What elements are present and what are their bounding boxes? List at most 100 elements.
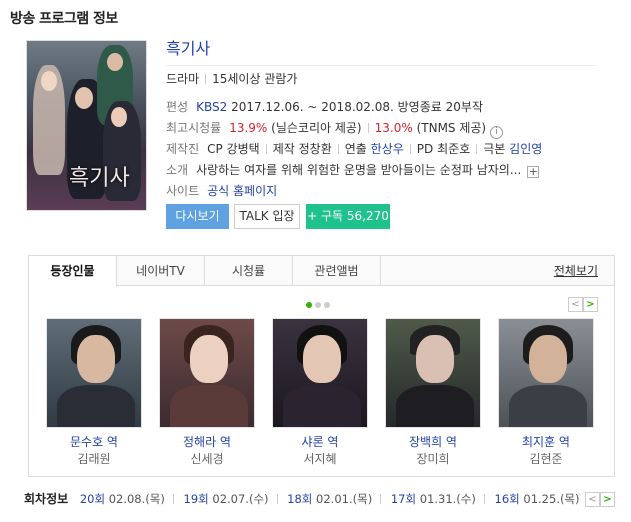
cp-name[interactable]: 강병택 xyxy=(227,142,260,156)
cast-actor-name[interactable]: 김래원 xyxy=(46,450,142,468)
nielsen-source: (닐슨코리아 제공) xyxy=(271,121,362,135)
episode-link[interactable]: 18회 xyxy=(287,492,312,506)
site-label: 사이트 xyxy=(166,184,200,198)
director-link[interactable]: 한상우 xyxy=(371,142,404,156)
replay-button[interactable]: 다시보기 xyxy=(166,204,229,229)
viewership-row: 최고시청률 13.9% (닐슨코리아 제공) 13.0% (TNMS 제공) i xyxy=(166,119,504,139)
cast-role-link[interactable]: 최지훈 역 xyxy=(498,434,594,450)
nielsen-rating: 13.9% xyxy=(229,121,268,135)
pd-label: PD xyxy=(416,142,434,156)
divider xyxy=(380,494,382,504)
subscribe-button[interactable]: + 구독 56,270 xyxy=(306,204,390,229)
episode-count: 20부작 xyxy=(445,100,483,114)
program-info: 흑기사 드라마 15세이상 관람가 편성 KBS2 2017.12.06. ~ 20… xyxy=(166,38,606,229)
cast-role-link[interactable]: 정해라 역 xyxy=(159,434,255,450)
viewership-label: 최고시청률 xyxy=(166,121,222,135)
program-poster[interactable]: 흑기사 xyxy=(26,40,147,211)
tab-cast[interactable]: 등장인물 xyxy=(29,256,117,287)
carousel-dot[interactable] xyxy=(324,302,330,308)
prev-arrow-icon[interactable]: < xyxy=(585,492,600,507)
divider xyxy=(265,144,267,154)
genre-row: 드라마 15세이상 관람가 xyxy=(166,70,297,88)
info-icon[interactable]: i xyxy=(490,126,504,139)
cast-photo[interactable] xyxy=(159,318,255,428)
broadcast-period: 2017.12.06. ~ 2018.02.08. xyxy=(231,100,394,114)
episode-link[interactable]: 16회 xyxy=(495,492,520,506)
tab-ratings[interactable]: 시청률 xyxy=(205,256,293,286)
episode-list: 회차정보 20회 02.08.(목) 19회 02.07.(수) 18회 02.… xyxy=(24,490,582,508)
cast-actor-name[interactable]: 서지혜 xyxy=(272,450,368,468)
divider xyxy=(337,144,339,154)
crew-row: 제작진 CP 강병택 제작 정창환 연출 한상우 PD 최준호 극본 김인영 xyxy=(166,140,542,158)
program-title-link[interactable]: 흑기사 xyxy=(166,38,606,62)
director-label: 연출 xyxy=(344,142,367,156)
genre: 드라마 xyxy=(166,72,200,86)
cast-role-link[interactable]: 문수호 역 xyxy=(46,434,142,450)
cast-card[interactable]: 샤론 역 서지혜 xyxy=(272,318,368,468)
producer-label: 제작 xyxy=(272,142,295,156)
tnms-source: (TNMS 제공) xyxy=(416,121,487,135)
schedule-row: 편성 KBS2 2017.12.06. ~ 2018.02.08. 방영종료 20… xyxy=(166,98,483,116)
view-all-link[interactable]: 전체보기 xyxy=(554,256,598,286)
carousel-dot[interactable] xyxy=(315,302,321,308)
schedule-label: 편성 xyxy=(166,100,189,114)
divider xyxy=(483,494,485,504)
cast-photo[interactable] xyxy=(46,318,142,428)
cast-role-link[interactable]: 장백희 역 xyxy=(385,434,481,450)
episode-date: 02.08.(목) xyxy=(108,492,165,506)
divider xyxy=(409,144,411,154)
cast-photo[interactable] xyxy=(385,318,481,428)
cast-card[interactable]: 장백희 역 장미희 xyxy=(385,318,481,468)
divider xyxy=(476,144,478,154)
title-divider xyxy=(166,65,596,66)
episode-link[interactable]: 19회 xyxy=(184,492,209,506)
pd-name[interactable]: 최준호 xyxy=(437,142,470,156)
carousel-dots xyxy=(306,297,333,311)
episode-date: 02.07.(수) xyxy=(212,492,269,506)
writer-link[interactable]: 김인영 xyxy=(509,142,542,156)
crew-label: 제작진 xyxy=(166,142,200,156)
cast-actor-name[interactable]: 김현준 xyxy=(498,450,594,468)
synopsis-text: 사랑하는 여자를 위해 위험한 운명을 받아들이는 순정파 남자의... xyxy=(196,163,522,177)
expand-synopsis-icon[interactable]: + xyxy=(527,166,540,178)
cast-photo[interactable] xyxy=(272,318,368,428)
cast-card[interactable]: 최지훈 역 김현준 xyxy=(498,318,594,468)
site-row: 사이트 공식 홈페이지 xyxy=(166,182,277,200)
cast-role-link[interactable]: 샤론 역 xyxy=(272,434,368,450)
next-arrow-icon[interactable]: > xyxy=(583,297,598,312)
cast-pager: < > xyxy=(568,296,598,312)
divider xyxy=(367,123,369,133)
episode-pager: < > xyxy=(585,491,615,507)
episode-date: 02.01.(목) xyxy=(316,492,373,506)
episode-link[interactable]: 17회 xyxy=(391,492,416,506)
prev-arrow-icon[interactable]: < xyxy=(568,297,583,312)
cast-photo[interactable] xyxy=(498,318,594,428)
tnms-rating: 13.0% xyxy=(374,121,413,135)
talk-button[interactable]: TALK 입장 xyxy=(234,204,300,229)
tab-navertv[interactable]: 네이버TV xyxy=(117,256,205,286)
tab-albums[interactable]: 관련앨범 xyxy=(293,256,381,286)
cast-actor-name[interactable]: 신세경 xyxy=(159,450,255,468)
channel-link[interactable]: KBS2 xyxy=(196,100,227,114)
cast-panel: 등장인물 네이버TV 시청률 관련앨범 전체보기 < > 문수호 역 김래원 정해… xyxy=(28,255,615,477)
synopsis-row: 소개 사랑하는 여자를 위해 위험한 운명을 받아들이는 순정파 남자의... + xyxy=(166,161,540,179)
poster-title-art: 흑기사 xyxy=(69,166,130,191)
producer-name[interactable]: 정창환 xyxy=(299,142,332,156)
age-rating: 15세이상 관람가 xyxy=(212,72,298,86)
cast-actor-name[interactable]: 장미희 xyxy=(385,450,481,468)
episode-date: 01.31.(수) xyxy=(419,492,476,506)
episode-link[interactable]: 20회 xyxy=(80,492,105,506)
section-title: 방송 프로그램 정보 xyxy=(10,11,118,27)
cast-card[interactable]: 문수호 역 김래원 xyxy=(46,318,142,468)
writer-label: 극본 xyxy=(483,142,506,156)
divider xyxy=(205,74,207,84)
synopsis-label: 소개 xyxy=(166,163,189,177)
carousel-dot-active[interactable] xyxy=(306,302,312,308)
episodes-label: 회차정보 xyxy=(24,492,69,506)
next-arrow-icon[interactable]: > xyxy=(600,492,615,507)
cp-label: CP xyxy=(207,142,223,156)
divider xyxy=(172,494,174,504)
cast-card[interactable]: 정해라 역 신세경 xyxy=(159,318,255,468)
official-site-link[interactable]: 공식 홈페이지 xyxy=(207,184,277,198)
tab-bar: 등장인물 네이버TV 시청률 관련앨범 전체보기 xyxy=(29,256,614,287)
